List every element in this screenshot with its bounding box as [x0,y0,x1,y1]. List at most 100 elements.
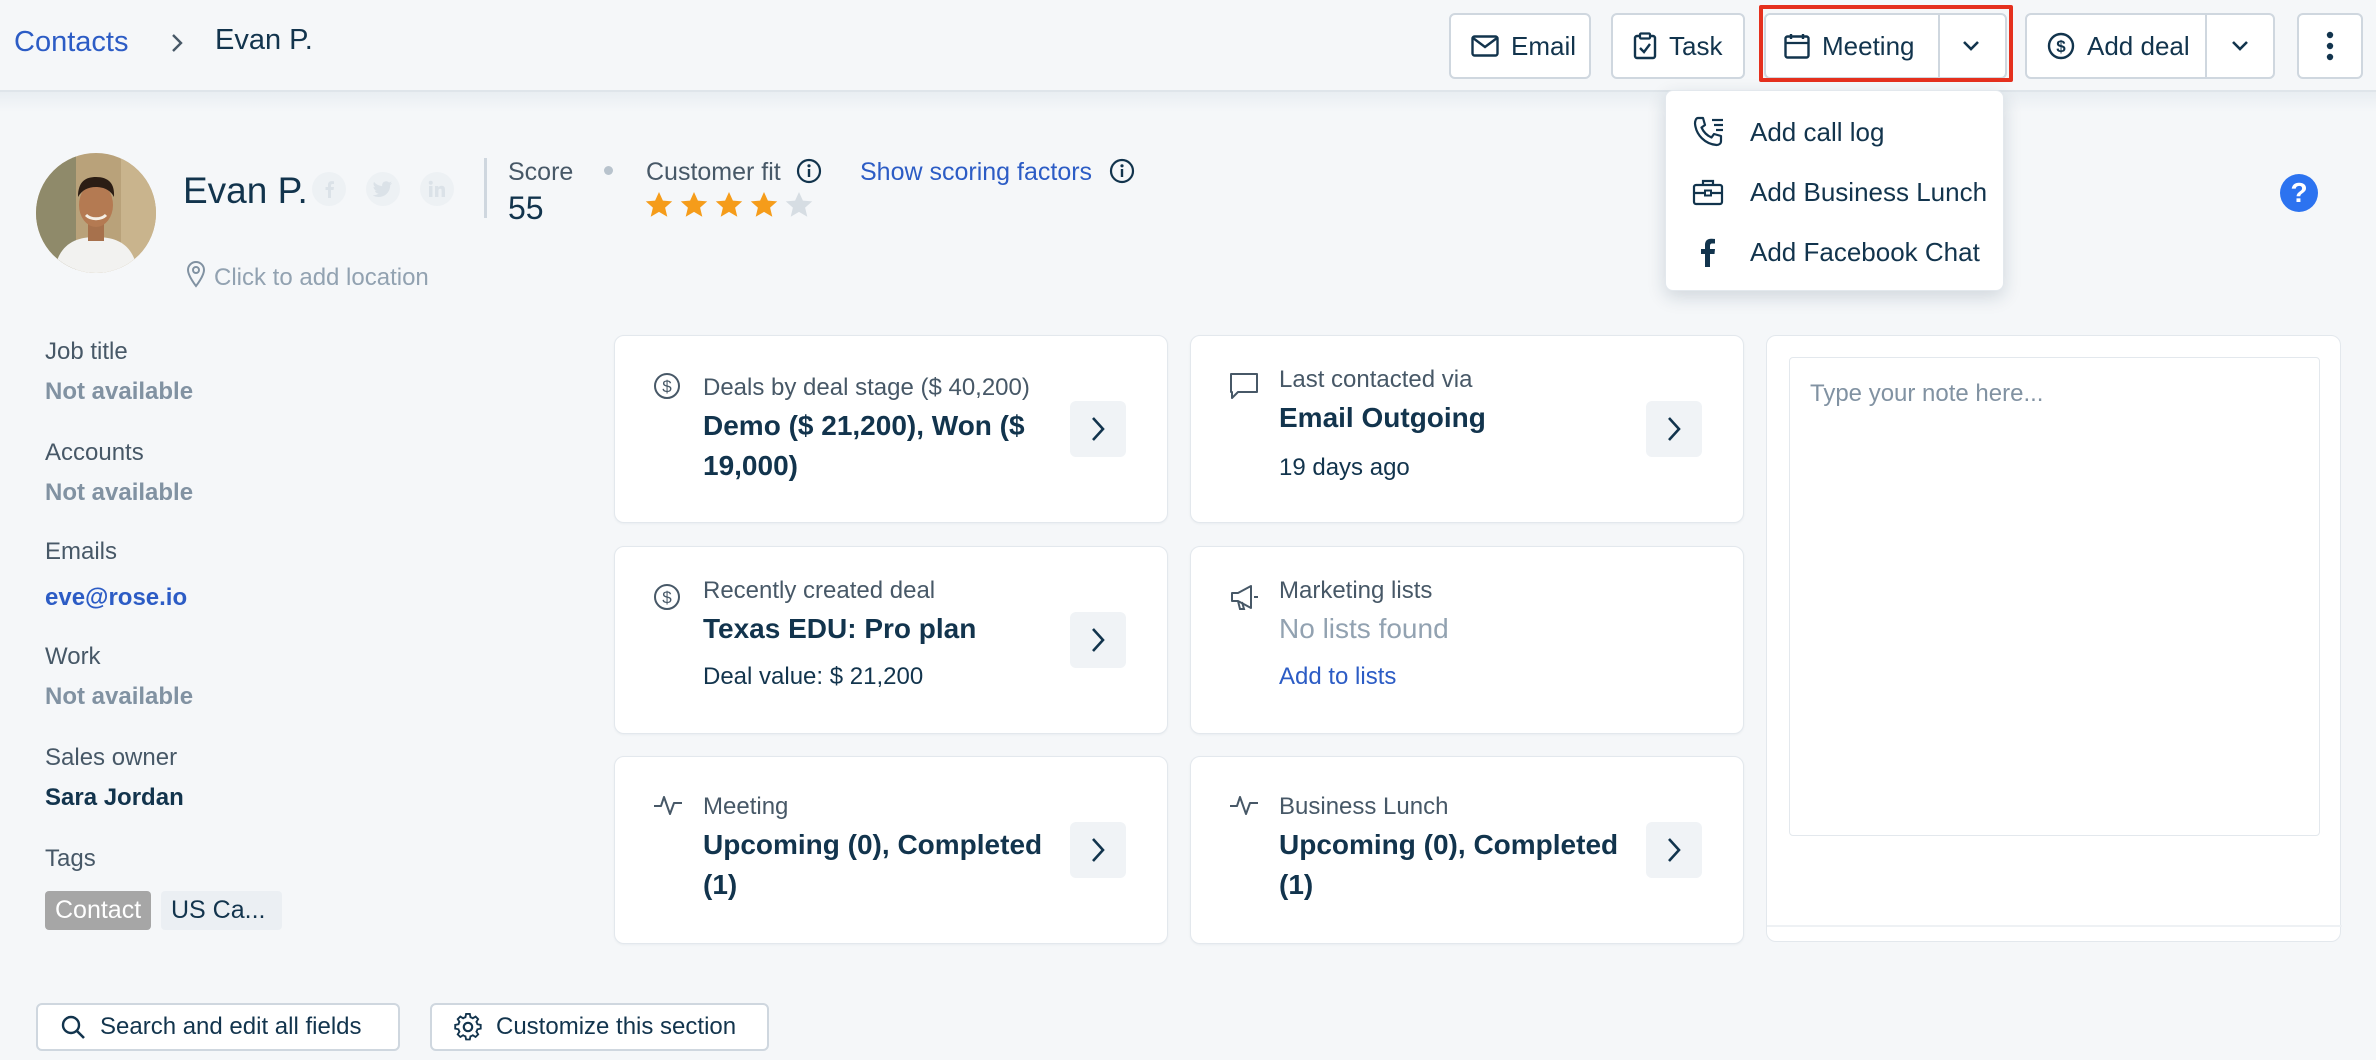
help-icon[interactable]: ? [2280,174,2318,212]
dropdown-item-add-call-log[interactable]: Add call log [1692,112,1884,152]
chevron-down-icon[interactable] [2229,35,2251,57]
linkedin-icon[interactable] [420,172,454,206]
job-title-value: Not available [45,378,194,405]
kebab-menu-icon [2326,31,2334,61]
dropdown-item-label: Add Facebook Chat [1750,236,1980,267]
meeting-button[interactable]: Meeting [1764,13,2007,79]
star-filled-icon [680,192,708,217]
meeting-button-label: Meeting [1822,30,1915,61]
marketing-lists-label: Marketing lists [1279,577,1433,604]
dropdown-item-label: Add Business Lunch [1750,176,1988,207]
dollar-circle-icon: $ [2047,32,2075,60]
email-button-label: Email [1511,30,1577,61]
chevron-right-icon[interactable] [1070,401,1126,457]
chat-bubble-icon [1229,372,1259,400]
phone-log-icon [1692,115,1728,149]
last-contacted-label: Last contacted via [1279,366,1473,393]
business-lunch-card[interactable]: Business Lunch Upcoming (0), Completed (… [1190,756,1744,944]
tags-label: Tags [45,845,96,872]
info-icon[interactable] [796,158,822,184]
recent-deal-value: Deal value: $ 21,200 [703,663,924,690]
tag-contact[interactable]: Contact [45,891,152,930]
work-value: Not available [45,683,194,710]
job-title-label: Job title [45,338,128,365]
top-bar [0,0,2376,92]
more-options-button[interactable] [2297,13,2363,79]
dropdown-item-add-business-lunch[interactable]: Add Business Lunch [1692,172,1987,212]
dropdown-item-add-facebook-chat[interactable]: Add Facebook Chat [1692,232,1980,272]
star-filled-icon [750,192,778,217]
meeting-dropdown-menu: Add call log Add Business Lunch Add Face… [1665,90,2004,291]
svg-text:$: $ [662,588,672,607]
business-lunch-label: Business Lunch [1279,793,1449,820]
chevron-down-icon[interactable] [1960,35,1982,57]
search-edit-fields-button[interactable]: Search and edit all fields [36,1003,400,1051]
add-deal-split-divider [2205,15,2207,77]
avatar [36,153,156,273]
search-icon [60,1014,86,1040]
note-card [1766,335,2342,942]
svg-text:$: $ [662,377,672,396]
add-deal-button[interactable]: $ Add deal [2025,13,2275,79]
star-filled-icon [645,192,673,217]
show-scoring-factors-link[interactable]: Show scoring factors [860,158,1092,187]
dollar-circle-icon: $ [653,372,681,400]
chevron-right-icon[interactable] [1070,822,1126,878]
chevron-right-icon[interactable] [1646,822,1702,878]
email-link[interactable]: eve@rose.io [45,584,187,612]
note-footer-divider [1767,925,2342,927]
task-button-label: Task [1669,30,1723,61]
header-divider [484,158,487,218]
briefcase-icon [1692,177,1728,207]
deals-by-stage-card[interactable]: $ Deals by deal stage ($ 40,200) Demo ($… [614,335,1168,523]
activity-pulse-icon [1229,793,1259,817]
chevron-right-icon[interactable] [1070,612,1126,668]
accounts-value: Not available [45,479,194,506]
last-contacted-card[interactable]: Last contacted via Email Outgoing 19 day… [1190,335,1744,523]
last-contacted-time: 19 days ago [1279,454,1410,481]
emails-label: Emails [45,538,118,565]
contact-name: Evan P. [183,170,308,211]
last-contacted-value: Email Outgoing [1279,402,1486,433]
add-location-link[interactable]: Click to add location [214,264,429,292]
sales-owner-label: Sales owner [45,744,178,771]
work-label: Work [45,643,101,670]
gear-icon [454,1013,482,1041]
email-button[interactable]: Email [1449,13,1591,79]
add-to-lists-link[interactable]: Add to lists [1279,663,1396,691]
customer-fit-stars [644,190,814,220]
customize-section-label: Customize this section [496,1013,737,1040]
note-input[interactable] [1789,357,2320,836]
facebook-icon [1692,236,1728,268]
dropdown-item-label: Add call log [1750,116,1885,147]
calendar-icon [1784,33,1810,59]
breadcrumb-contacts-link[interactable]: Contacts [14,26,128,59]
info-icon[interactable] [1109,158,1135,184]
top-bar-divider [0,92,2376,112]
star-filled-icon [715,192,743,217]
dollar-circle-icon: $ [653,583,681,611]
customize-section-button[interactable]: Customize this section [430,1003,769,1051]
score-value: 55 [508,190,544,226]
marketing-lists-card: Marketing lists No lists found Add to li… [1190,546,1744,734]
sales-owner-value: Sara Jordan [45,784,184,811]
twitter-icon[interactable] [366,172,400,206]
customer-fit-label: Customer fit [646,158,781,186]
breadcrumb-current: Evan P. [215,24,313,56]
recent-deal-name: Texas EDU: Pro plan [703,613,977,644]
deals-by-stage-label: Deals by deal stage ($ 40,200) [703,374,1030,401]
chevron-right-icon[interactable] [1646,401,1702,457]
recent-deal-label: Recently created deal [703,577,936,604]
facebook-icon[interactable] [312,172,346,206]
svg-text:$: $ [2056,37,2066,56]
chevron-right-icon [168,32,186,54]
tag-us-ca[interactable]: US Ca... [161,891,282,930]
task-button[interactable]: Task [1611,13,1745,79]
meeting-card-value: Upcoming (0), Completed (1) [703,829,1043,900]
recent-deal-card[interactable]: $ Recently created deal Texas EDU: Pro p… [614,546,1168,734]
star-empty-icon [785,192,813,217]
add-deal-button-label: Add deal [2087,30,2190,61]
marketing-lists-empty: No lists found [1279,613,1449,644]
meeting-card[interactable]: Meeting Upcoming (0), Completed (1) [614,756,1168,944]
meeting-split-divider [1938,15,1940,77]
